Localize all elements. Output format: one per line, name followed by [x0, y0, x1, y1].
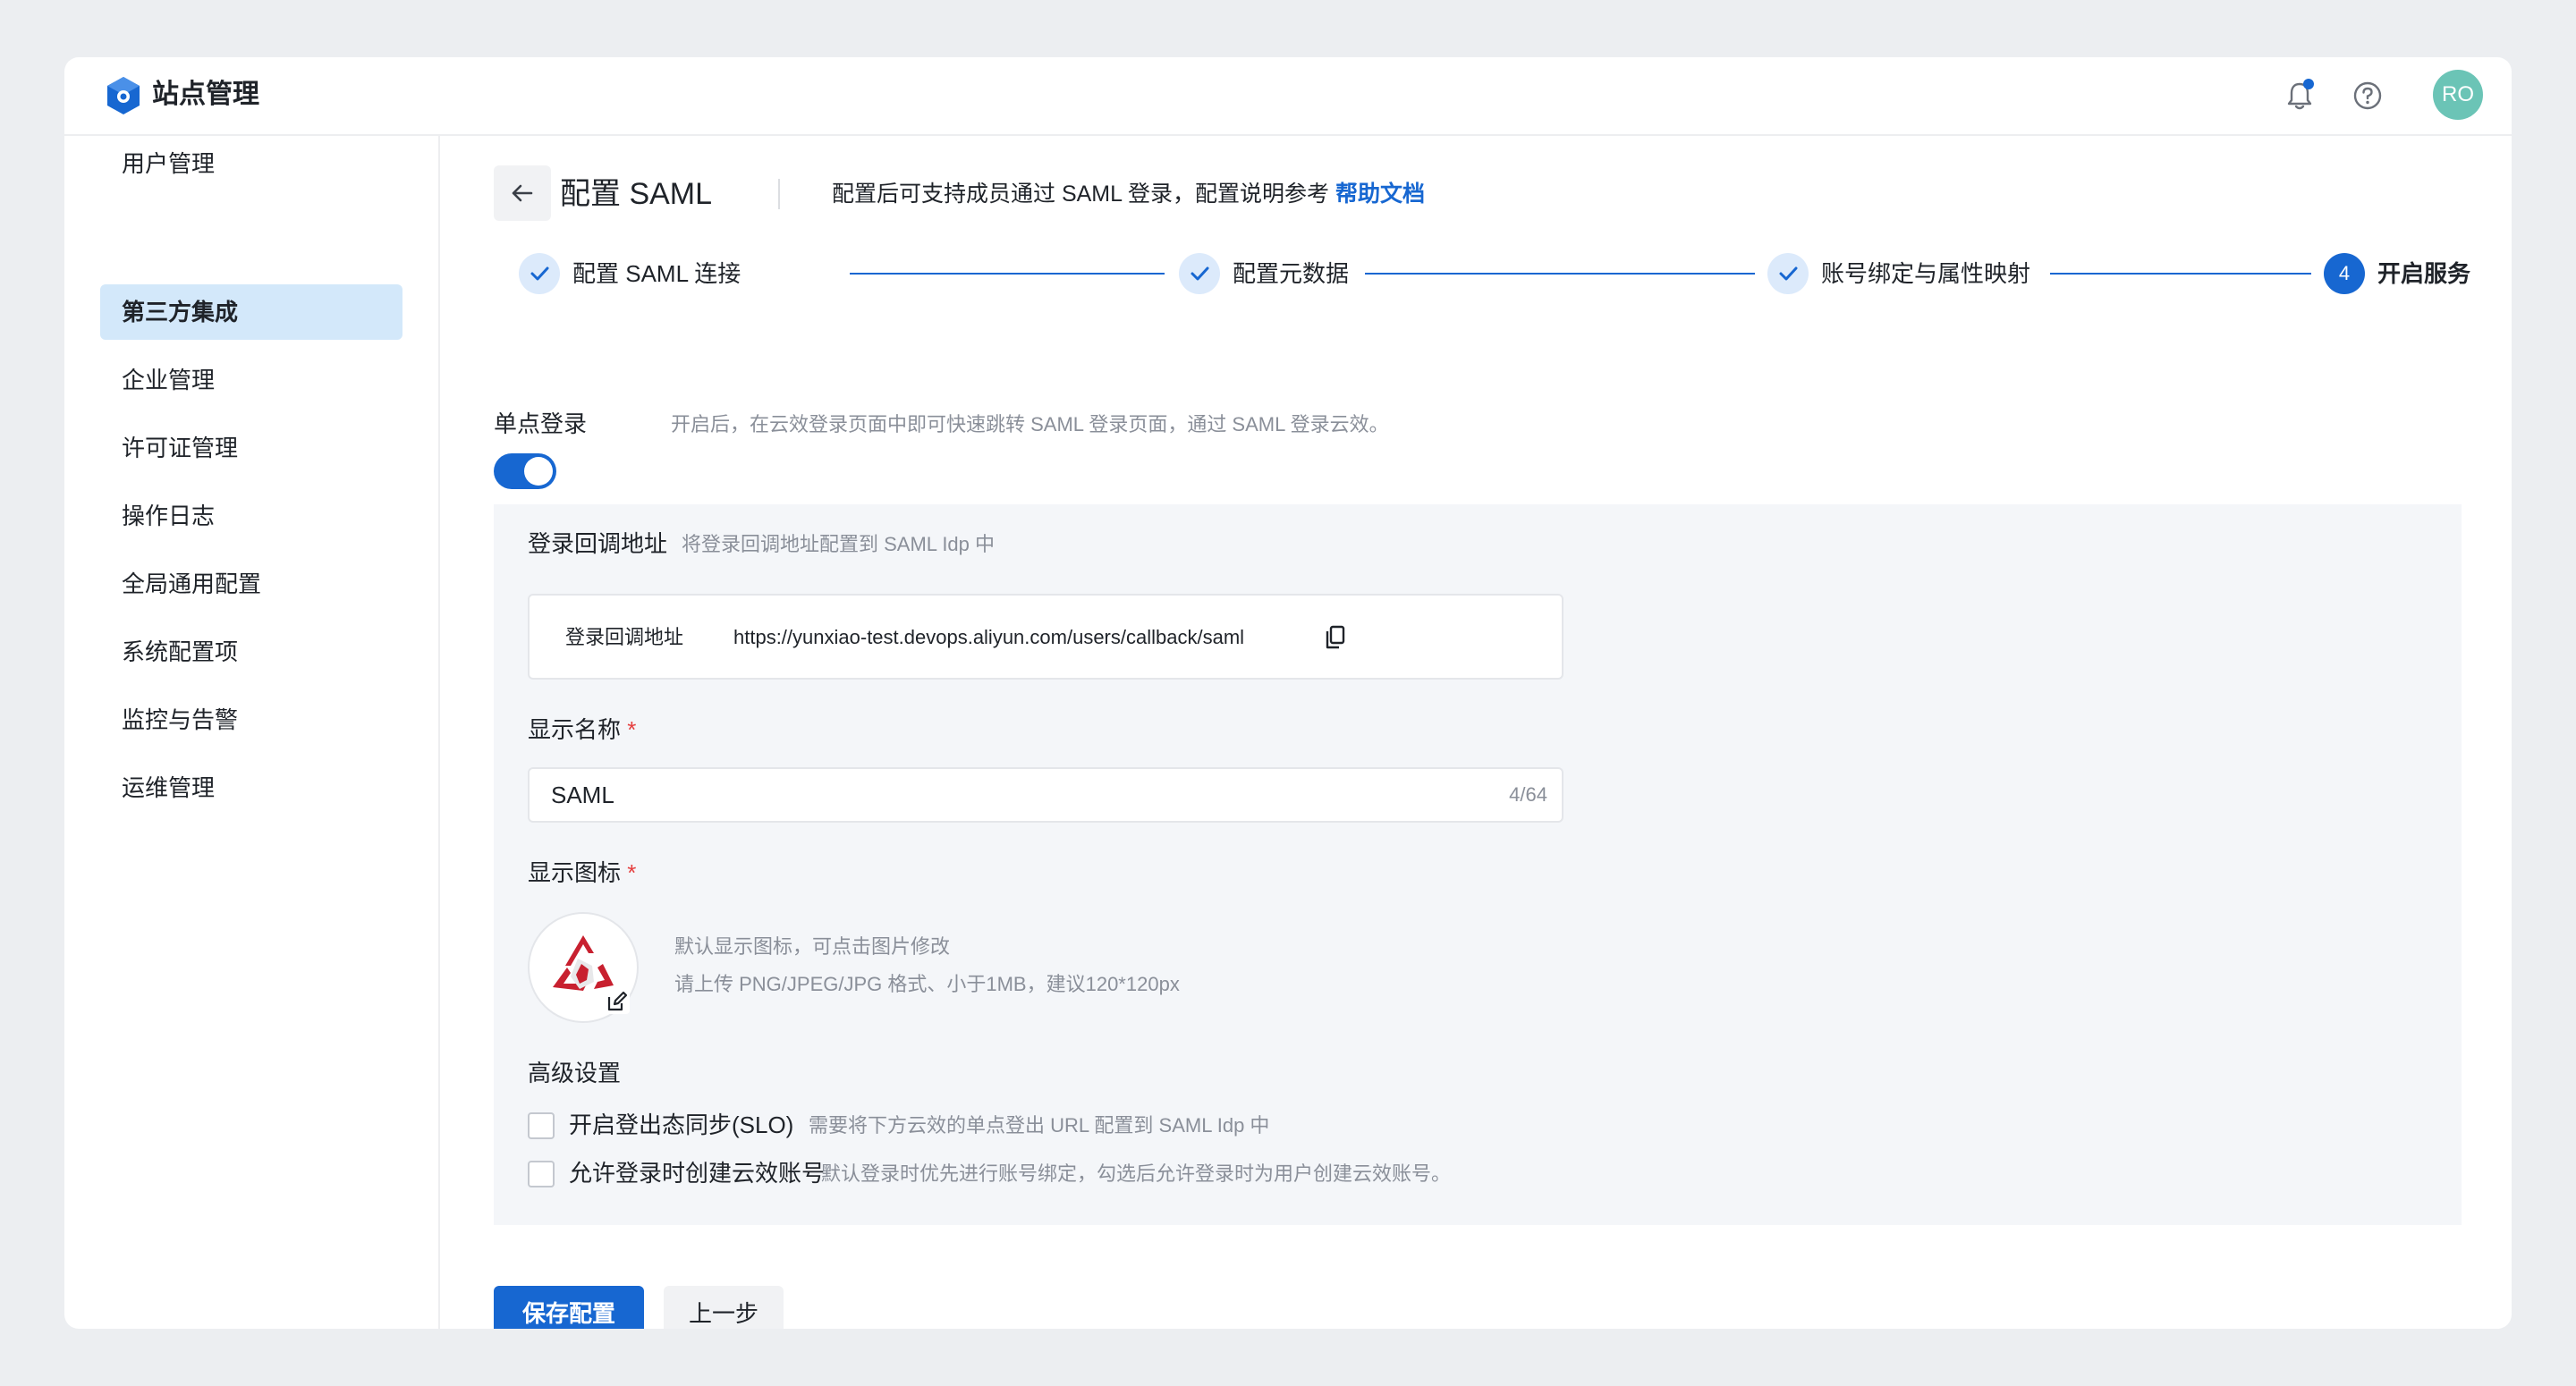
create-account-option-hint: 默认登录时优先进行账号绑定，勾选后允许登录时为用户创建云效账号。: [821, 1162, 1452, 1185]
callback-field-label: 登录回调地址: [565, 626, 684, 648]
sidebar-item-third-party-integration[interactable]: 第三方集成: [100, 284, 402, 340]
display-name-input[interactable]: SAML 4/64: [528, 767, 1563, 823]
step-connector: [1365, 273, 1755, 275]
step-connector: [2050, 273, 2311, 275]
step-3-status: [1767, 253, 1809, 294]
callback-section-hint: 将登录回调地址配置到 SAML Idp 中: [682, 533, 996, 555]
step-2-status: [1179, 253, 1220, 294]
copy-icon[interactable]: [1324, 624, 1347, 651]
app-title: 站点管理: [152, 80, 259, 109]
slo-option-label[interactable]: 开启登出态同步(SLO): [569, 1107, 793, 1143]
top-bar: 站点管理 RO: [64, 57, 2512, 136]
display-name-label: 显示名称 *: [528, 712, 636, 748]
check-icon: [1191, 266, 1209, 281]
sidebar-item-user-management[interactable]: 用户管理: [100, 136, 402, 191]
app-window: 站点管理 RO 用户管理 第三方集成 企业管理 许可证管理 操作日志 全局通用配…: [64, 57, 2512, 1329]
display-icon-label-text: 显示图标: [528, 859, 622, 886]
sidebar-item-enterprise-management[interactable]: 企业管理: [100, 352, 402, 408]
check-icon: [1779, 266, 1798, 281]
step-2-label: 配置元数据: [1233, 260, 1350, 287]
step-4-label: 开启服务: [2377, 260, 2471, 287]
app-logo-icon: [107, 77, 140, 114]
arrow-left-icon: [512, 184, 533, 202]
display-name-label-text: 显示名称: [528, 716, 622, 743]
display-icon-hint-1: 默认显示图标，可点击图片修改: [674, 935, 951, 958]
sso-label: 单点登录: [494, 410, 588, 437]
create-account-checkbox[interactable]: [528, 1161, 555, 1187]
sso-toggle[interactable]: [494, 453, 556, 489]
create-account-option-label[interactable]: 允许登录时创建云效账号: [569, 1155, 825, 1191]
save-config-button[interactable]: 保存配置: [494, 1286, 644, 1329]
sidebar-item-operation-log[interactable]: 操作日志: [100, 488, 402, 544]
sidebar-item-monitoring-alerts[interactable]: 监控与告警: [100, 692, 402, 748]
user-avatar[interactable]: RO: [2433, 70, 2483, 120]
display-icon-uploader[interactable]: [528, 912, 639, 1023]
step-1-label: 配置 SAML 连接: [572, 260, 741, 287]
display-icon-hint-2: 请上传 PNG/JPEG/JPG 格式、小于1MB，建议120*120px: [674, 973, 1180, 995]
sidebar-item-global-config[interactable]: 全局通用配置: [100, 556, 402, 612]
step-1-status: [519, 253, 560, 294]
advanced-settings-label: 高级设置: [528, 1060, 622, 1086]
help-icon[interactable]: [2347, 75, 2388, 116]
toggle-knob: [524, 457, 553, 486]
notification-bell-icon[interactable]: [2279, 75, 2320, 116]
sidebar-item-system-config[interactable]: 系统配置项: [100, 624, 402, 680]
required-mark: *: [627, 716, 637, 743]
slo-option-hint: 需要将下方云效的单点登出 URL 配置到 SAML Idp 中: [809, 1114, 1270, 1137]
step-4-number: 4: [2324, 253, 2365, 294]
sso-hint: 开启后，在云效登录页面中即可快速跳转 SAML 登录页面，通过 SAML 登录云…: [671, 413, 1389, 435]
main-content: 配置 SAML 配置后可支持成员通过 SAML 登录，配置说明参考 帮助文档 配…: [440, 136, 2512, 1329]
title-divider: [778, 179, 780, 209]
char-counter: 4/64: [1509, 783, 1547, 806]
back-button[interactable]: [494, 165, 551, 221]
edit-icon[interactable]: [605, 989, 630, 1014]
help-doc-link[interactable]: 帮助文档: [1335, 182, 1425, 207]
display-name-value: SAML: [551, 782, 614, 808]
step-connector: [850, 273, 1165, 275]
callback-section-label: 登录回调地址: [528, 530, 668, 557]
sidebar-item-license-management[interactable]: 许可证管理: [100, 420, 402, 476]
sidebar: 用户管理 第三方集成 企业管理 许可证管理 操作日志 全局通用配置 系统配置项 …: [64, 136, 440, 1329]
step-3-label: 账号绑定与属性映射: [1821, 260, 2031, 287]
subtitle-text: 配置后可支持成员通过 SAML 登录，配置说明参考: [832, 182, 1330, 207]
page-subtitle: 配置后可支持成员通过 SAML 登录，配置说明参考 帮助文档: [832, 175, 1425, 213]
previous-step-button[interactable]: 上一步: [664, 1286, 784, 1329]
page-title: 配置 SAML: [560, 177, 713, 211]
required-mark: *: [627, 859, 637, 886]
sidebar-item-ops-management[interactable]: 运维管理: [100, 760, 402, 816]
check-icon: [530, 266, 549, 281]
callback-url-box: 登录回调地址 https://yunxiao-test.devops.aliyu…: [528, 594, 1563, 680]
config-panel: 登录回调地址 将登录回调地址配置到 SAML Idp 中 登录回调地址 http…: [494, 504, 2462, 1225]
display-icon-label: 显示图标 *: [528, 855, 636, 891]
callback-url: https://yunxiao-test.devops.aliyun.com/u…: [733, 626, 1245, 648]
slo-checkbox[interactable]: [528, 1112, 555, 1139]
